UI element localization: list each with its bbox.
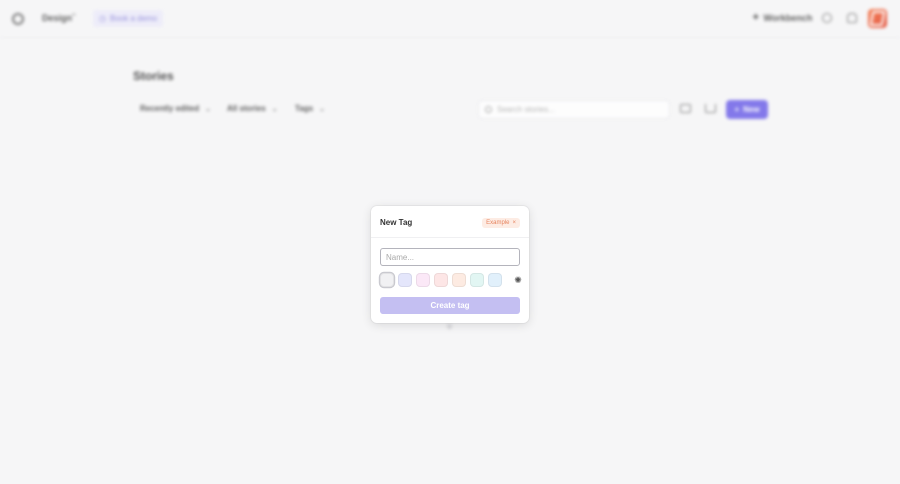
calendar-icon: ◷	[99, 14, 106, 23]
download-icon[interactable]	[705, 104, 716, 113]
folder-icon[interactable]	[680, 104, 691, 113]
color-swatch[interactable]	[452, 273, 466, 287]
color-swatches: ✺	[380, 273, 525, 287]
badge-label: Example	[486, 220, 510, 226]
bell-icon[interactable]	[847, 13, 857, 23]
page-title: Stories	[133, 69, 174, 83]
close-icon[interactable]: ×	[512, 220, 516, 226]
search-stories-input[interactable]: Search stories...	[478, 100, 670, 119]
filter-recently-edited[interactable]: Recently edited ⌄	[140, 104, 211, 113]
empty-state-indicator	[447, 324, 452, 329]
dialog-divider	[371, 237, 529, 238]
top-divider	[0, 37, 900, 38]
workbench-label: Workbench	[763, 12, 813, 23]
color-swatch[interactable]	[434, 273, 448, 287]
search-icon[interactable]	[822, 13, 832, 23]
tag-name-input[interactable]	[380, 248, 520, 266]
sidebar-icon[interactable]	[12, 13, 24, 25]
color-swatch[interactable]	[470, 273, 484, 287]
palette-icon[interactable]: ✺	[511, 273, 525, 287]
new-story-button[interactable]: + New	[726, 100, 768, 119]
filter-label: Recently edited	[140, 104, 200, 113]
color-swatch[interactable]	[488, 273, 502, 287]
search-icon	[485, 106, 492, 113]
chevron-down-icon: ⌄	[271, 105, 278, 113]
workbench-button[interactable]: ✦ Workbench	[752, 12, 812, 23]
new-tag-dialog: New Tag Example × ✺ Create tag	[371, 206, 529, 323]
color-swatch[interactable]	[380, 273, 394, 287]
chevron-icon: ⌃	[70, 12, 78, 22]
filter-tags[interactable]: Tags ⌄	[295, 104, 325, 113]
search-placeholder: Search stories...	[497, 105, 555, 114]
chevron-down-icon: ⌄	[205, 105, 212, 113]
color-swatch[interactable]	[416, 273, 430, 287]
plus-icon: +	[734, 105, 740, 114]
example-tag-badge[interactable]: Example ×	[482, 218, 520, 228]
filter-all-stories[interactable]: All stories ⌄	[227, 104, 278, 113]
sparkle-icon: ✦	[752, 12, 760, 22]
color-swatch[interactable]	[398, 273, 412, 287]
new-label: New	[743, 105, 760, 114]
book-demo-label: Book a demo	[109, 14, 158, 23]
filter-label: Tags	[295, 104, 314, 113]
create-tag-button[interactable]: Create tag	[380, 297, 520, 314]
chevron-down-icon: ⌄	[319, 105, 325, 113]
dialog-title: New Tag	[380, 218, 413, 227]
top-bar: Design ⌃ ◷ Book a demo ✦ Workbench	[0, 0, 900, 37]
workspace-selector[interactable]: Design	[42, 13, 72, 23]
brand-logo[interactable]	[868, 9, 887, 28]
filter-label: All stories	[227, 104, 266, 113]
book-demo-button[interactable]: ◷ Book a demo	[93, 10, 163, 27]
